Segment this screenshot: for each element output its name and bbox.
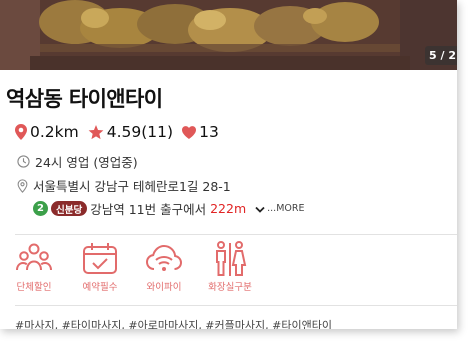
shop-photo[interactable]: 5 / 2	[0, 0, 457, 70]
hours-row: 24시 영업 (영업중)	[17, 152, 138, 171]
heart-icon	[182, 125, 197, 139]
amenity-label: 화장실구분	[208, 282, 252, 293]
distance-stat: 0.2km	[15, 123, 79, 141]
likes-stat[interactable]: 13	[182, 123, 219, 141]
shop-stats: 0.2km 4.59(11) 13	[15, 121, 228, 143]
restroom-icon	[216, 241, 247, 276]
calendar-check-icon	[83, 243, 117, 274]
business-hours: 24시 영업 (영업중)	[35, 155, 138, 170]
address-pin-icon	[17, 178, 28, 193]
subway-station-badge: 신분당	[51, 201, 88, 216]
amenity-reservation-required: 예약필수	[72, 240, 128, 293]
group-icon	[16, 243, 52, 271]
rating-stat: 4.59(11)	[88, 123, 173, 141]
rating-value: 4.59(11)	[106, 123, 174, 141]
star-icon	[88, 124, 104, 139]
address-text: 서울특별시 강남구 테헤란로1길 28-1	[33, 179, 231, 194]
location-pin-icon	[15, 124, 27, 140]
amenity-label: 와이파이	[146, 282, 182, 293]
chevron-down-icon	[255, 206, 265, 213]
amenity-group-discount: 단체할인	[6, 240, 62, 293]
photo-image	[0, 0, 457, 70]
clock-icon	[17, 155, 30, 168]
shop-name: 역삼동 타이앤타이	[6, 87, 163, 111]
amenity-separate-restroom: 화장실구분	[202, 240, 258, 293]
divider	[15, 234, 457, 235]
address-row: 서울특별시 강남구 테헤란로1길 28-1	[17, 176, 231, 195]
more-label: ...MORE	[267, 203, 305, 214]
photo-counter: 5 / 2	[425, 46, 457, 65]
distance-value: 0.2km	[30, 123, 79, 141]
hashtag-list: #마사지, #타이마사지, #아로마마사지, #커플마사지, #타이앤타이	[15, 319, 332, 329]
more-button[interactable]: ...MORE	[255, 203, 304, 214]
subway-exit-text: 강남역 11번 출구에서	[90, 202, 207, 217]
likes-count: 13	[199, 123, 219, 141]
divider	[15, 305, 457, 306]
subway-directions: 2 신분당 강남역 11번 출구에서 222m ...MORE	[33, 200, 304, 217]
shop-card[interactable]: 5 / 2 역삼동 타이앤타이 0.2km 4.59(11) 13 24시 영업…	[0, 0, 457, 329]
amenity-label: 예약필수	[82, 282, 118, 293]
subway-distance: 222m	[210, 201, 247, 216]
subway-line-badge: 2	[33, 201, 48, 216]
amenity-wifi: 와이파이	[136, 240, 192, 293]
amenity-label: 단체할인	[16, 282, 52, 293]
wifi-cloud-icon	[145, 244, 183, 271]
